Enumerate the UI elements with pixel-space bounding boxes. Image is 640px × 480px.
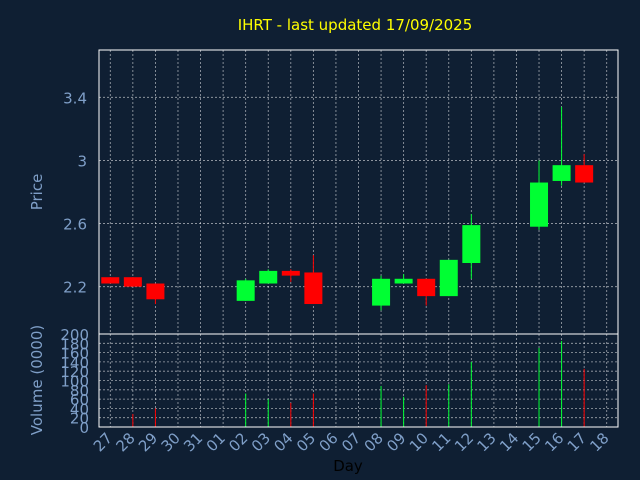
volume-panel: 020406080100120140160180200 [60,326,619,437]
candle-body [372,278,391,306]
candle-body [394,278,413,284]
chart-title: IHRT - last updated 17/09/2025 [238,16,473,34]
price-tick-label: 3 [77,152,87,170]
candle-body [530,182,549,227]
price-tick-label: 2.2 [63,279,87,297]
candle-body [552,165,571,181]
price-tick-label: 2.6 [63,216,87,234]
candle-body [123,277,142,287]
candle-body [281,270,300,276]
candle-body [462,225,481,263]
candle-body [259,270,278,284]
price-axis-label: Price [28,174,46,211]
candle-body [439,259,458,297]
price-tick-label: 3.4 [63,89,87,107]
candle-body [575,165,594,183]
stock-chart: IHRT - last updated 17/09/2025 Price Vol… [28,16,619,475]
x-tick-label: 18 [586,429,612,455]
candle-body [417,278,436,297]
x-tick-labels: 2728293031010203040506070809101112131415… [90,429,613,455]
x-axis-label: Day [333,457,363,475]
candle-body [304,272,323,305]
candle-body [101,277,120,284]
candle-body [236,280,255,301]
candle-body [146,283,165,300]
volume-tick-label: 200 [60,326,89,344]
volume-axis-label: Volume (0000) [28,325,46,435]
price-panel: 2.2 2.6 3 3.4 [63,49,619,335]
